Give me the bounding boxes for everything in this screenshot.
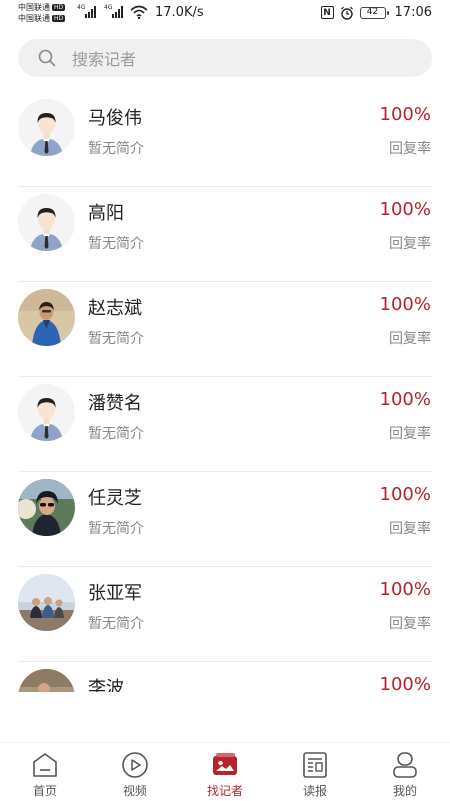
nfc-icon: N [320, 6, 334, 19]
reply-rate: 100% [379, 294, 431, 315]
reply-rate: 100% [379, 579, 431, 600]
reply-rate-label: 回复率 [389, 521, 431, 537]
reply-rate-label: 回复率 [389, 141, 431, 157]
nav-label: 找记者 [206, 784, 243, 798]
reporter-intro: 暂无简介 [88, 426, 144, 442]
reporter-name: 潘赞名 [88, 393, 142, 414]
reply-rate-label: 回复率 [389, 426, 431, 442]
carrier-2: 中国联通 [18, 14, 50, 23]
nav-label: 视频 [122, 784, 147, 798]
reporter-name: 张亚军 [88, 583, 142, 604]
search-bar[interactable] [18, 39, 432, 79]
reply-rate: 100% [379, 484, 431, 505]
reporter-item[interactable]: 赵志斌 暂无简介 100% 回复率 [0, 282, 450, 377]
search-icon [38, 49, 56, 67]
reporter-photo-avatar [18, 289, 75, 346]
reporter-item[interactable]: 李波 100% [0, 662, 450, 692]
reply-rate-label: 回复率 [389, 236, 431, 252]
default-avatar-icon [18, 194, 75, 251]
carrier-info: 中国联通 HD 中国联通 HD [18, 2, 66, 24]
newspaper-icon [303, 752, 327, 778]
reply-rate: 100% [379, 389, 431, 410]
reporter-item[interactable]: 高阳 暂无简介 100% 回复率 [0, 187, 450, 282]
reporter-intro: 暂无简介 [88, 236, 144, 252]
reporter-item[interactable]: 潘赞名 暂无简介 100% 回复率 [0, 377, 450, 472]
signal-icon: 4G [77, 4, 96, 18]
home-icon [33, 753, 57, 777]
alarm-icon [340, 6, 353, 20]
nav-find-reporter[interactable]: 找记者 [180, 743, 270, 801]
nav-label: 我的 [392, 784, 417, 798]
profile-icon [393, 752, 417, 778]
reporter-intro: 暂无简介 [88, 331, 144, 347]
reporter-name: 任灵芝 [88, 488, 142, 509]
reporter-photo-avatar [18, 479, 75, 536]
nav-home[interactable]: 首页 [0, 743, 90, 801]
reporter-list: 马俊伟 暂无简介 100% 回复率 高阳 暂无简介 100% 回复率 赵志斌 暂… [0, 92, 450, 692]
clock: 17:06 [394, 5, 432, 20]
status-bar: 中国联通 HD 中国联通 HD 4G 4G 17.0K/s N 42 17:06 [0, 0, 450, 28]
wifi-icon [130, 5, 148, 19]
reporter-intro: 暂无简介 [88, 616, 144, 632]
reporter-photo-avatar [18, 669, 75, 692]
net-speed: 17.0K/s [155, 5, 204, 20]
reporter-item[interactable]: 任灵芝 暂无简介 100% 回复率 [0, 472, 450, 567]
reply-rate: 100% [379, 104, 431, 125]
reporter-item[interactable]: 马俊伟 暂无简介 100% 回复率 [0, 92, 450, 187]
reply-rate-label: 回复率 [389, 616, 431, 632]
battery-icon: 42 [359, 6, 389, 19]
find-reporter-icon [213, 753, 237, 775]
reporter-intro: 暂无简介 [88, 521, 144, 537]
hd-badge: HD [52, 4, 66, 11]
default-avatar-icon [18, 99, 75, 156]
nav-profile[interactable]: 我的 [360, 743, 450, 801]
nav-label: 读报 [302, 784, 327, 798]
search-input[interactable] [70, 39, 414, 79]
reply-rate: 100% [379, 674, 431, 692]
bottom-nav: 首页 视频 找记者 读报 我的 [0, 742, 450, 801]
default-avatar-icon [18, 384, 75, 441]
reporter-name: 马俊伟 [88, 108, 142, 129]
nav-newspaper[interactable]: 读报 [270, 743, 360, 801]
nav-label: 首页 [32, 784, 57, 798]
reporter-name: 李波 [88, 678, 124, 692]
reporter-name: 高阳 [88, 203, 124, 224]
reporter-name: 赵志斌 [88, 298, 142, 319]
reporter-item[interactable]: 张亚军 暂无简介 100% 回复率 [0, 567, 450, 662]
carrier-1: 中国联通 [18, 3, 50, 12]
reporter-photo-avatar [18, 574, 75, 631]
nav-video[interactable]: 视频 [90, 743, 180, 801]
reporter-intro: 暂无简介 [88, 141, 144, 157]
signal-icon: 4G [104, 4, 123, 18]
video-play-icon [122, 752, 148, 778]
hd-badge: HD [52, 15, 66, 22]
reply-rate: 100% [379, 199, 431, 220]
reply-rate-label: 回复率 [389, 331, 431, 347]
